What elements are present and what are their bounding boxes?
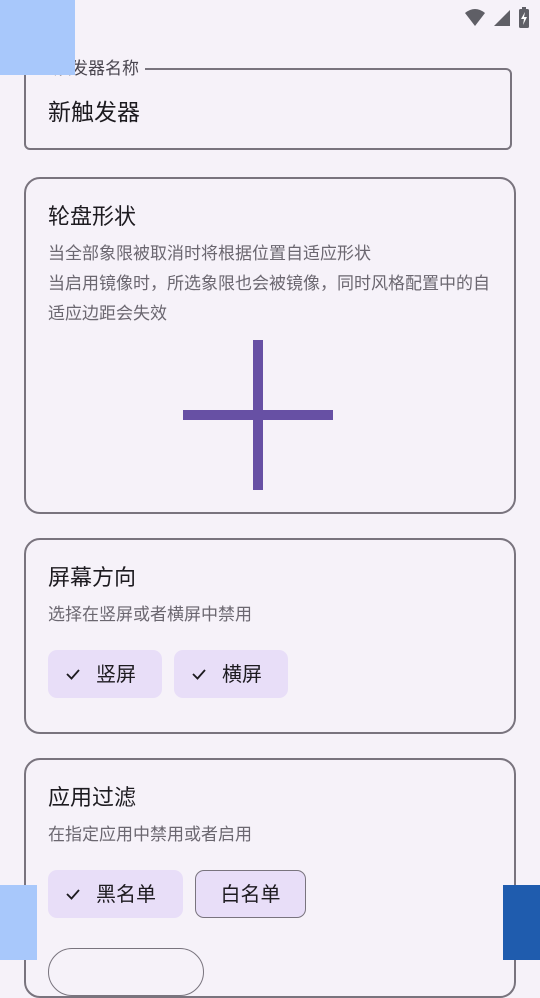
overlay-square-bottom-left <box>0 885 37 960</box>
wheel-shape-title: 轮盘形状 <box>48 205 137 230</box>
orientation-title: 屏幕方向 <box>48 566 137 591</box>
trigger-name-field[interactable]: 触发器名称 新触发器 <box>24 58 512 150</box>
wheel-vertical-bar[interactable] <box>253 340 263 490</box>
whitelist-chip-label: 白名单 <box>220 882 281 906</box>
wifi-icon <box>465 9 485 26</box>
status-bar <box>0 0 540 36</box>
wheel-shape-description: 当全部象限被取消时将根据位置自适应形状 当启用镜像时，所选象限也会被镜像，同时风… <box>48 239 492 329</box>
battery-charging-icon <box>519 7 529 28</box>
app-filter-description: 在指定应用中禁用或者启用 <box>48 825 252 845</box>
check-icon <box>66 669 80 680</box>
landscape-chip[interactable]: 横屏 <box>174 650 288 698</box>
app-filter-card: 应用过滤 在指定应用中禁用或者启用 黑名单 白名单 <box>24 758 516 998</box>
portrait-chip[interactable]: 竖屏 <box>48 650 162 698</box>
blacklist-chip-label: 黑名单 <box>96 882 156 906</box>
partial-button[interactable] <box>48 948 204 996</box>
overlay-square-bottom-right <box>503 885 540 960</box>
overlay-square-top-left <box>0 0 75 75</box>
orientation-description: 选择在竖屏或者横屏中禁用 <box>48 605 252 625</box>
portrait-chip-label: 竖屏 <box>96 662 136 686</box>
status-icons <box>464 7 530 29</box>
check-icon <box>192 669 206 680</box>
cell-signal-icon <box>494 10 510 26</box>
whitelist-chip[interactable]: 白名单 <box>195 870 306 918</box>
wheel-shape-desc-line-1: 当全部象限被取消时将根据位置自适应形状 <box>48 244 371 264</box>
wheel-shape-card: 轮盘形状 当全部象限被取消时将根据位置自适应形状 当启用镜像时，所选象限也会被镜… <box>24 177 516 514</box>
trigger-name-input[interactable]: 新触发器 <box>48 98 140 128</box>
check-icon <box>66 889 80 900</box>
wheel-shape-desc-line-2: 当启用镜像时，所选象限也会被镜像，同时风格配置中的自适应边距会失效 <box>48 274 490 324</box>
app-filter-title: 应用过滤 <box>48 786 137 811</box>
blacklist-chip[interactable]: 黑名单 <box>48 870 183 918</box>
wheel-quadrant-selector[interactable] <box>183 340 333 490</box>
landscape-chip-label: 横屏 <box>222 662 262 686</box>
orientation-card: 屏幕方向 选择在竖屏或者横屏中禁用 竖屏 横屏 <box>24 538 516 734</box>
